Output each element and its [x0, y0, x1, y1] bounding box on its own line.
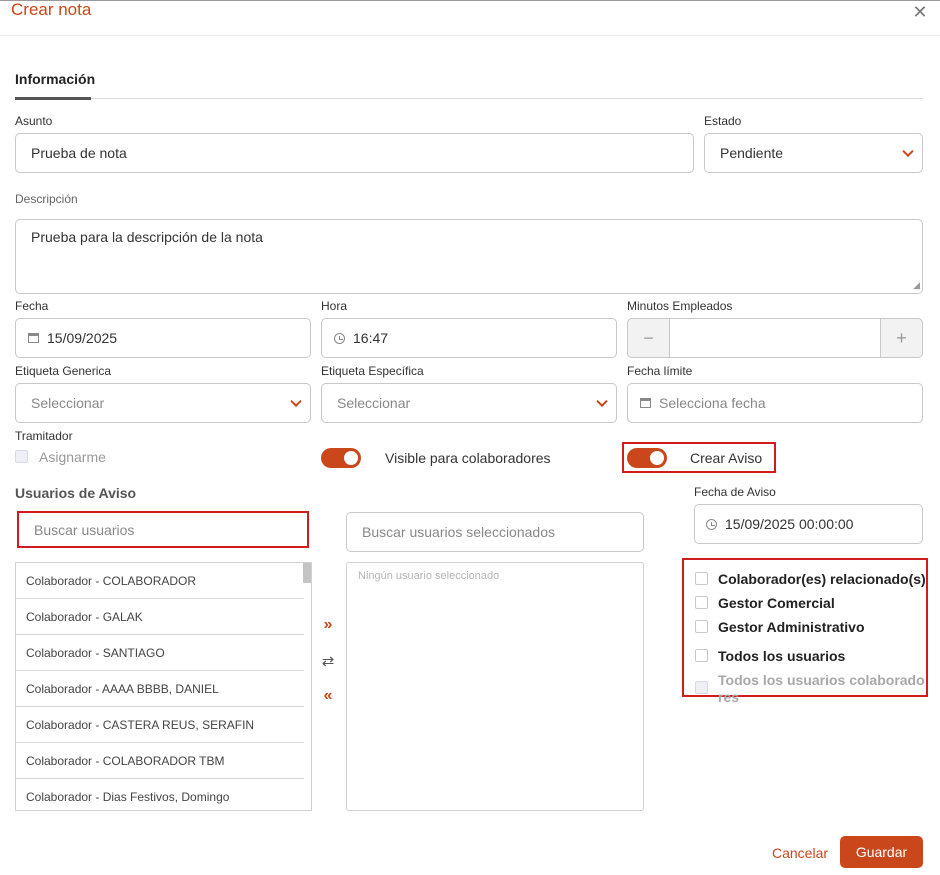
option-checkbox[interactable] [695, 681, 708, 694]
buscar-seleccionados-placeholder: Buscar usuarios seleccionados [362, 524, 555, 540]
crear-aviso-toggle[interactable] [627, 448, 667, 468]
resize-handle-icon[interactable]: ◢ [913, 280, 920, 291]
buscar-seleccionados-input[interactable]: Buscar usuarios seleccionados [346, 512, 644, 552]
list-item[interactable]: Colaborador - Dias Festivos, Domingo [16, 779, 304, 810]
option-label: Todos los usuarios colaboradores [718, 672, 925, 705]
calendar-icon [28, 333, 39, 343]
fecha-input[interactable]: 15/09/2025 [15, 318, 311, 358]
plus-button[interactable]: + [881, 319, 922, 357]
buscar-usuarios-input[interactable]: Buscar usuarios [17, 511, 309, 548]
clock-icon [706, 518, 717, 530]
asunto-input[interactable]: Prueba de nota [15, 133, 694, 173]
asignarme-checkbox[interactable] [15, 450, 28, 463]
estado-value: Pendiente [720, 145, 784, 161]
close-icon[interactable]: ✕ [910, 2, 930, 23]
descripcion-textarea[interactable]: Prueba para la descripción de la nota ◢ [15, 219, 923, 294]
minus-button[interactable]: − [628, 319, 669, 357]
minutos-input[interactable] [669, 319, 881, 357]
swap-icon[interactable]: ⇄ [318, 652, 338, 670]
option-checkbox[interactable] [695, 620, 708, 633]
seleccionados-list: Ningún usuario seleccionado [346, 562, 644, 811]
list-item[interactable]: Colaborador - COLABORADOR TBM [16, 743, 304, 779]
hora-value: 16:47 [353, 330, 389, 346]
tab-divider [15, 98, 923, 99]
usuarios-list: Colaborador - COLABORADOR Colaborador - … [15, 562, 312, 811]
descripcion-label: Descripción [15, 192, 78, 206]
tramitador-label: Tramitador [15, 429, 73, 443]
chevron-down-icon [290, 395, 302, 408]
option-checkbox[interactable] [695, 572, 708, 585]
hora-input[interactable]: 16:47 [321, 318, 617, 358]
save-button[interactable]: Guardar [840, 836, 923, 868]
descripcion-value: Prueba para la descripción de la nota [31, 229, 263, 245]
estado-label: Estado [704, 114, 742, 128]
hora-label: Hora [321, 299, 348, 313]
list-item[interactable]: Colaborador - COLABORADOR [16, 563, 304, 599]
minutos-stepper: − + [627, 318, 923, 358]
etiqueta-generica-label: Etiqueta Generica [15, 364, 112, 378]
tab-informacion[interactable]: Información [15, 71, 95, 87]
fecha-value: 15/09/2025 [47, 330, 118, 346]
list-item[interactable]: Colaborador - SANTIAGO [16, 635, 304, 671]
chevron-down-icon [902, 145, 914, 158]
list-item[interactable]: Colaborador - GALAK [16, 599, 304, 635]
estado-select[interactable]: Pendiente [704, 133, 923, 173]
calendar-icon [640, 398, 651, 408]
usuarios-aviso-title: Usuarios de Aviso [15, 485, 137, 501]
etiqueta-generica-placeholder: Seleccionar [31, 395, 105, 411]
chevron-down-icon [596, 395, 608, 408]
option-checkbox[interactable] [695, 596, 708, 609]
minutos-label: Minutos Empleados [627, 299, 733, 313]
asunto-value: Prueba de nota [31, 145, 127, 161]
asignarme-label: Asignarme [39, 449, 106, 465]
fecha-aviso-input[interactable]: 15/09/2025 00:00:00 [694, 504, 923, 544]
move-left-icon[interactable]: « [318, 687, 338, 705]
option-label: Gestor Administrativo [718, 619, 865, 635]
empty-selected-text: Ningún usuario seleccionado [358, 570, 500, 582]
fecha-aviso-value: 15/09/2025 00:00:00 [725, 516, 854, 532]
dialog-title: Crear nota [11, 0, 92, 19]
buscar-usuarios-placeholder: Buscar usuarios [34, 521, 135, 538]
fecha-limite-placeholder: Selecciona fecha [659, 395, 766, 411]
asunto-label: Asunto [15, 114, 53, 128]
top-border [0, 0, 940, 1]
etiqueta-generica-select[interactable]: Seleccionar [15, 383, 311, 423]
etiqueta-especifica-label: Etiqueta Específica [321, 364, 424, 378]
list-item[interactable]: Colaborador - AAAA BBBB, DANIEL [16, 671, 304, 707]
option-label: Colaborador(es) relacionado(s) [718, 571, 926, 587]
option-label: Gestor Comercial [718, 595, 835, 611]
option-checkbox[interactable] [695, 649, 708, 662]
move-right-icon[interactable]: » [318, 616, 338, 634]
fecha-aviso-label: Fecha de Aviso [694, 485, 776, 499]
list-scrollbar[interactable] [303, 563, 311, 583]
option-label: Todos los usuarios [718, 648, 846, 664]
etiqueta-especifica-select[interactable]: Seleccionar [321, 383, 617, 423]
clock-icon [334, 332, 345, 344]
fecha-limite-input[interactable]: Selecciona fecha [627, 383, 923, 423]
visible-colaboradores-toggle[interactable] [321, 448, 361, 468]
etiqueta-especifica-placeholder: Seleccionar [337, 395, 411, 411]
fecha-limite-label: Fecha límite [627, 364, 693, 378]
tab-active-indicator [15, 97, 91, 100]
header-divider [0, 35, 940, 36]
crear-aviso-label: Crear Aviso [690, 450, 763, 466]
list-item[interactable]: Colaborador - CASTERA REUS, SERAFIN [16, 707, 304, 743]
visible-colaboradores-label: Visible para colaboradores [385, 450, 551, 466]
cancel-button[interactable]: Cancelar [772, 845, 828, 861]
fecha-label: Fecha [15, 299, 49, 313]
